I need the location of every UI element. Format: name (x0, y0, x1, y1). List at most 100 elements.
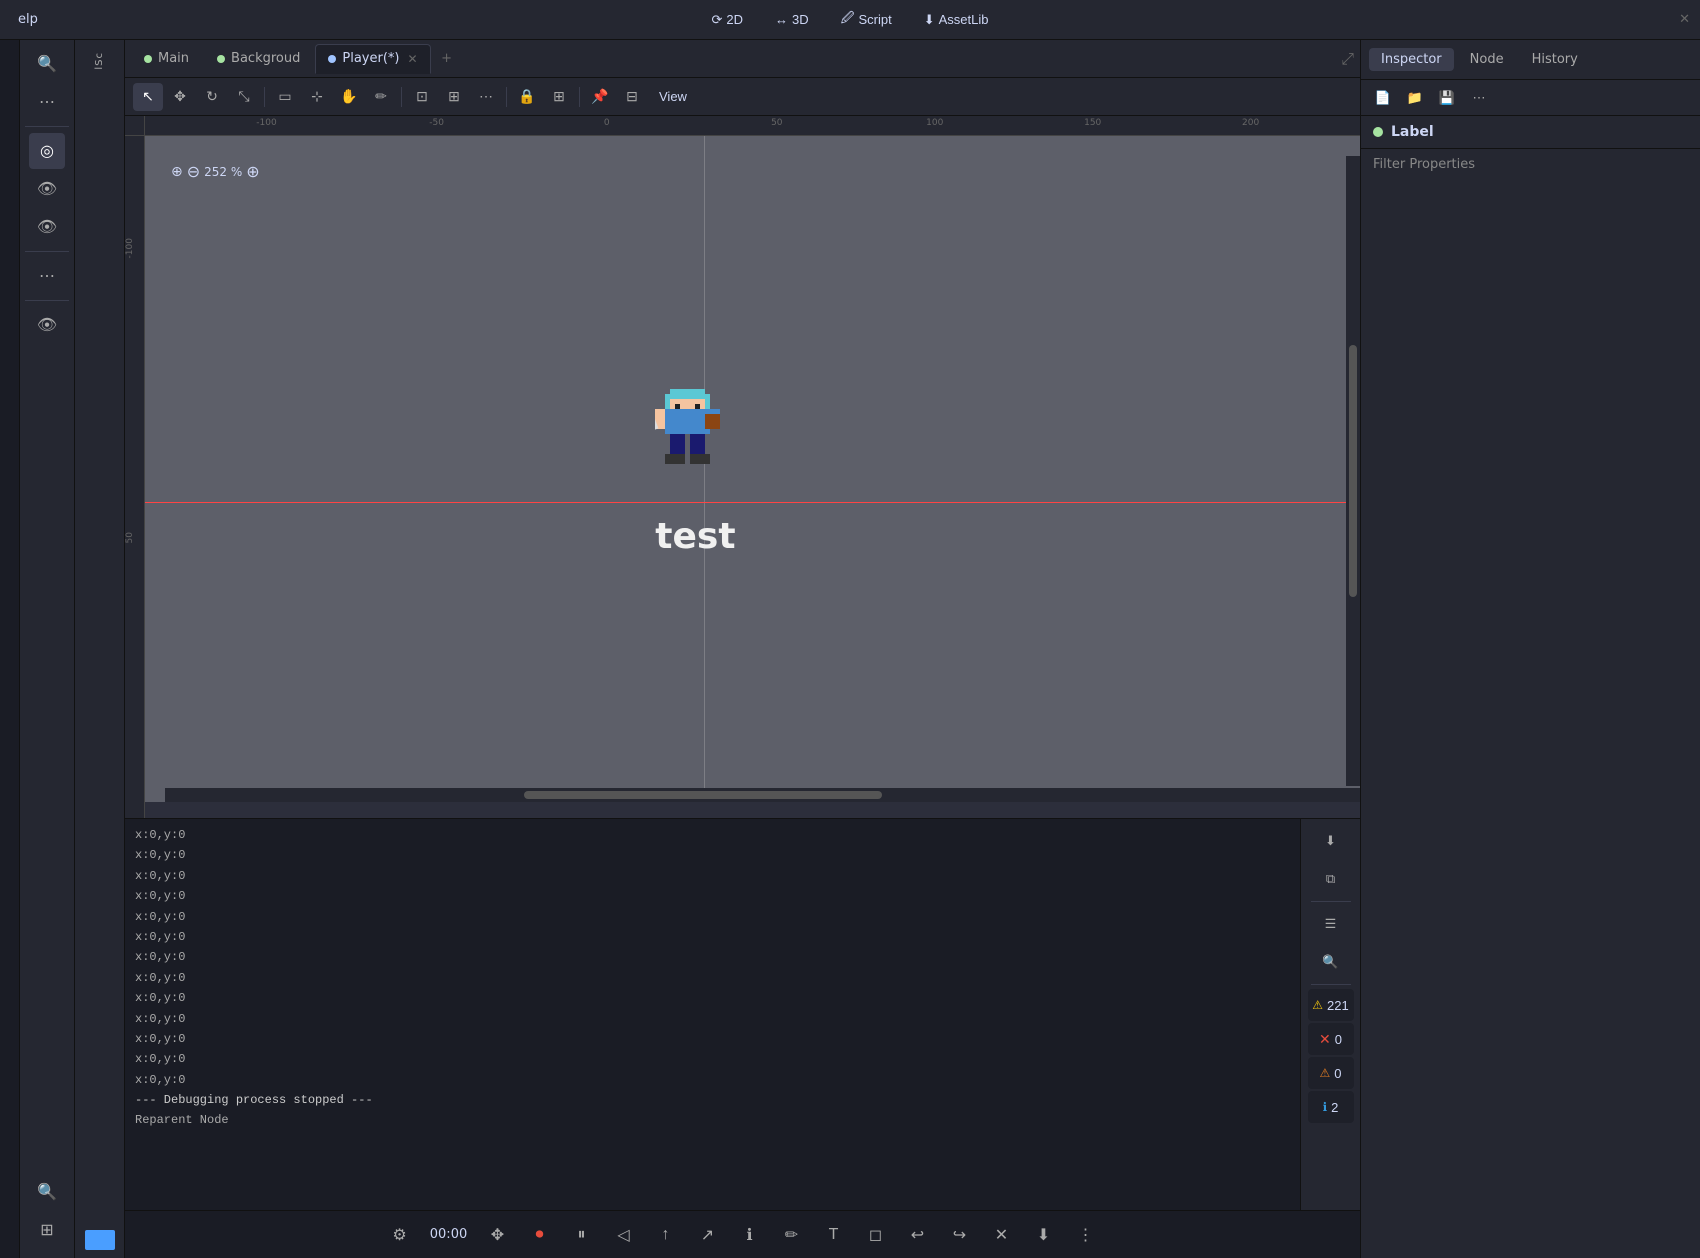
debug-download-btn[interactable]: ⬇ (1026, 1218, 1062, 1252)
debug-more-btn[interactable]: ⋮ (1068, 1218, 1104, 1252)
debug-info-btn[interactable]: ℹ (732, 1218, 768, 1252)
viewport: -100 -50 0 50 100 150 200 -100 50 (125, 116, 1360, 818)
mode-2d-btn[interactable]: ⟳ 2D (697, 8, 757, 32)
tool-snap[interactable]: ⊟ (617, 83, 647, 111)
tab-backgroud-label: Backgroud (231, 51, 300, 66)
sidebar-search-btn[interactable]: 🔍 (29, 46, 65, 82)
sidebar-dots-btn[interactable]: ⋯ (29, 258, 65, 294)
tool-move[interactable]: ✥ (165, 83, 195, 111)
tab-player-dot (328, 55, 336, 63)
log-sidebar-divider-2 (1311, 984, 1351, 985)
viewport-hscrollbar[interactable] (165, 788, 1360, 802)
tool-pen[interactable]: ✏ (366, 83, 396, 111)
tab-history[interactable]: History (1520, 48, 1590, 71)
viewport-hscrollbar-thumb (524, 791, 883, 799)
sidebar-bottom-sort[interactable]: ⊞ (29, 1212, 65, 1248)
sidebar-more-btn[interactable]: ⋯ (29, 84, 65, 120)
view-btn[interactable]: View (649, 86, 697, 107)
warning-icon: ⚠ (1312, 998, 1323, 1012)
log-line-5: x:0,y:0 (135, 907, 1290, 927)
tab-backgroud-dot (217, 55, 225, 63)
debug-gear-btn[interactable]: ⚙ (382, 1218, 418, 1252)
mode-script-btn[interactable]: 🖉 Script (827, 5, 906, 35)
tool-rotate[interactable]: ↻ (197, 83, 227, 111)
script-icon: 🖉 (841, 9, 855, 31)
log-line-7: x:0,y:0 (135, 947, 1290, 967)
debug-pause-btn[interactable]: ⏸ (564, 1218, 600, 1252)
log-error-count[interactable]: ✕ 0 (1308, 1023, 1354, 1055)
tool-star[interactable]: ⊹ (302, 83, 332, 111)
log-filter[interactable]: ☰ (1308, 906, 1354, 942)
zoom-value: 252 % (204, 165, 242, 179)
inspector-save-btn[interactable]: 💾 (1433, 85, 1461, 111)
canvas-area[interactable]: ⊕ ⊖ 252 % ⊕ (145, 136, 1360, 802)
viewport-vscrollbar[interactable] (1346, 156, 1360, 786)
tab-backgroud[interactable]: Backgroud (204, 44, 313, 74)
tab-expand-btn[interactable]: ⤢ (1341, 49, 1354, 69)
inspector-open-btn[interactable]: 📁 (1401, 85, 1429, 111)
debug-redo-btn[interactable]: ↪ (942, 1218, 978, 1252)
sidebar-scene-btn[interactable]: ◎ (29, 133, 65, 169)
debug-move-btn[interactable]: ✥ (480, 1218, 516, 1252)
tool-scale[interactable]: ⤡ (229, 83, 259, 111)
tool-pin[interactable]: 📌 (585, 83, 615, 111)
inspector-new-btn[interactable]: 📄 (1369, 85, 1397, 111)
toolbar-sep-1 (264, 87, 265, 107)
pause-icon: ⏸ (577, 1226, 585, 1244)
debug-step-btn[interactable]: ↗ (690, 1218, 726, 1252)
tab-player[interactable]: Player(*) ✕ (315, 44, 430, 74)
left-sidebar: 🔍 ⋯ ◎ 👁 👁 ⋯ 👁 🔍 ⊞ (20, 40, 75, 1258)
debug-toolbar: ⚙ 00:00 ✥ ⏺ ⏸ ◁ ↑ ↗ (125, 1210, 1360, 1258)
inspector-more-btn[interactable]: ⋯ (1465, 85, 1493, 111)
tool-select[interactable]: ↖ (133, 83, 163, 111)
log-search[interactable]: 🔍 (1308, 944, 1354, 980)
tool-transform-grid[interactable]: ⊞ (439, 83, 469, 111)
zoom-plus-btn[interactable]: ⊕ (246, 162, 259, 181)
tab-main-dot (144, 55, 152, 63)
tool-group[interactable]: ⊞ (544, 83, 574, 111)
tool-snap-to-grid[interactable]: ⊡ (407, 83, 437, 111)
menu-help[interactable]: elp (10, 8, 46, 31)
sidebar-eye-3[interactable]: 👁 (29, 307, 65, 343)
debug-stop-btn[interactable]: ✕ (984, 1218, 1020, 1252)
log-info-count[interactable]: ℹ 2 (1308, 1091, 1354, 1123)
log-line-13: x:0,y:0 (135, 1070, 1290, 1090)
tab-main[interactable]: Main (131, 44, 202, 74)
log-warning-count[interactable]: ⚠ 221 (1308, 989, 1354, 1021)
log-line-2: x:0,y:0 (135, 845, 1290, 865)
more-icon: ⋮ (1078, 1225, 1094, 1245)
log-warn2-count[interactable]: ⚠ 0 (1308, 1057, 1354, 1089)
zoom-minus-btn[interactable]: ⊖ (187, 162, 200, 181)
debug-prev-btn[interactable]: ◁ (606, 1218, 642, 1252)
toolbar-sep-2 (401, 87, 402, 107)
debug-text-btn[interactable]: T (816, 1218, 852, 1252)
window-controls: ✕ (1679, 12, 1690, 27)
log-scroll-down[interactable]: ⬇ (1308, 823, 1354, 859)
node-label-vertical: lSc (94, 52, 105, 70)
tab-add-btn[interactable]: + (433, 45, 461, 73)
ruler-h-mark-7: 200 (1242, 118, 1259, 128)
sidebar-eye-1[interactable]: 👁 (29, 171, 65, 207)
info-icon: ℹ (1323, 1100, 1328, 1114)
inspector-filter-props: Filter Properties (1361, 149, 1700, 180)
tool-pan[interactable]: ✋ (334, 83, 364, 111)
mode-assetlib-btn[interactable]: ⬇ AssetLib (910, 8, 1003, 32)
log-line-9: x:0,y:0 (135, 988, 1290, 1008)
tool-more[interactable]: ⋯ (471, 83, 501, 111)
tool-lock[interactable]: 🔒 (512, 83, 542, 111)
tab-inspector[interactable]: Inspector (1369, 48, 1454, 71)
debug-pencil-btn[interactable]: ✏ (774, 1218, 810, 1252)
close-btn[interactable]: ✕ (1679, 12, 1690, 27)
log-copy[interactable]: ⧉ (1308, 861, 1354, 897)
debug-undo-btn[interactable]: ↩ (900, 1218, 936, 1252)
tab-node[interactable]: Node (1458, 48, 1516, 71)
sidebar-bottom-search[interactable]: 🔍 (29, 1174, 65, 1210)
debug-eraser-btn[interactable]: ◻ (858, 1218, 894, 1252)
info-count-value: 2 (1331, 1100, 1338, 1115)
tool-rect[interactable]: ▭ (270, 83, 300, 111)
tab-player-close[interactable]: ✕ (407, 52, 417, 66)
mode-3d-btn[interactable]: ↔ 3D (761, 8, 823, 31)
debug-next-btn[interactable]: ↑ (648, 1218, 684, 1252)
debug-record-btn[interactable]: ⏺ (522, 1218, 558, 1252)
sidebar-eye-2[interactable]: 👁 (29, 209, 65, 245)
